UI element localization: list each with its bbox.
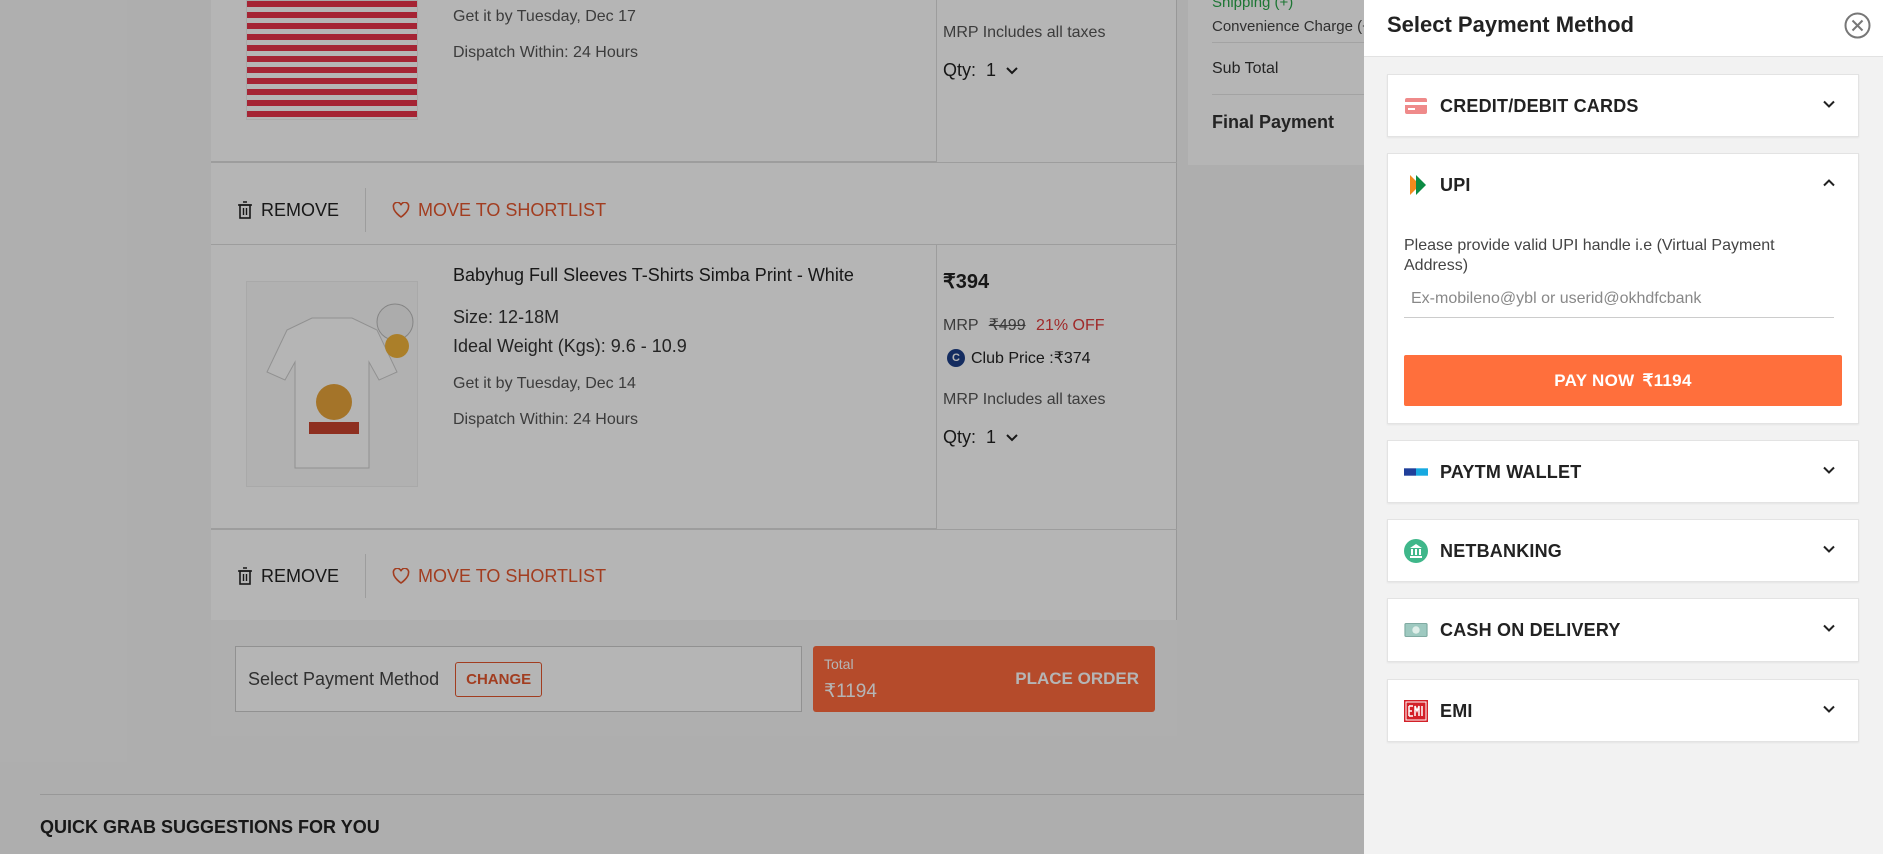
modal-backdrop[interactable] [0, 0, 1364, 854]
chevron-down-icon [1823, 624, 1835, 632]
chevron-down-icon [1823, 545, 1835, 553]
pay-now-amount: ₹1194 [1642, 370, 1692, 390]
upi-icon [1404, 173, 1428, 197]
pay-now-label: PAY NOW [1554, 370, 1635, 390]
payment-option-label: EMI [1440, 700, 1473, 721]
payment-option-emi[interactable]: EMI [1387, 679, 1859, 742]
payment-option-label: CASH ON DELIVERY [1440, 619, 1621, 640]
pay-now-button[interactable]: PAY NOW ₹1194 [1404, 355, 1842, 406]
upi-help-text: Please provide valid UPI handle i.e (Vir… [1404, 237, 1775, 274]
payment-option-header[interactable]: NETBANKING [1388, 520, 1858, 582]
payment-option-cod[interactable]: CASH ON DELIVERY [1387, 598, 1859, 662]
payment-option-header[interactable]: UPI [1388, 154, 1858, 216]
chevron-down-icon [1823, 466, 1835, 474]
payment-option-cards[interactable]: CREDIT/DEBIT CARDS [1387, 74, 1859, 137]
card-icon [1404, 94, 1428, 118]
payment-option-header[interactable]: CREDIT/DEBIT CARDS [1388, 75, 1858, 137]
drawer-title: Select Payment Method [1387, 12, 1634, 37]
payment-option-label: PAYTM WALLET [1440, 461, 1582, 482]
cash-icon [1404, 618, 1428, 642]
payment-option-header[interactable]: CASH ON DELIVERY [1388, 599, 1858, 661]
payment-drawer: Select Payment Method CREDIT/DEBIT CARDS… [1364, 0, 1883, 854]
payment-option-netbanking[interactable]: NETBANKING [1387, 519, 1859, 582]
payment-option-paytm[interactable]: PAYTM WALLET [1387, 440, 1859, 503]
drawer-header: Select Payment Method [1364, 0, 1883, 57]
chevron-down-icon [1823, 100, 1835, 108]
paytm-icon [1404, 460, 1428, 484]
emi-icon [1404, 699, 1428, 723]
payment-option-header[interactable]: PAYTM WALLET [1388, 441, 1858, 503]
bank-icon [1404, 539, 1428, 563]
close-icon[interactable] [1844, 12, 1871, 39]
payment-option-label: UPI [1440, 174, 1471, 195]
payment-option-label: NETBANKING [1440, 540, 1562, 561]
chevron-down-icon [1823, 705, 1835, 713]
chevron-up-icon [1823, 179, 1835, 187]
payment-option-upi: UPI Please provide valid UPI handle i.e … [1387, 153, 1859, 424]
payment-option-label: CREDIT/DEBIT CARDS [1440, 95, 1639, 116]
upi-id-input[interactable] [1404, 280, 1834, 318]
payment-option-header[interactable]: EMI [1388, 680, 1858, 742]
